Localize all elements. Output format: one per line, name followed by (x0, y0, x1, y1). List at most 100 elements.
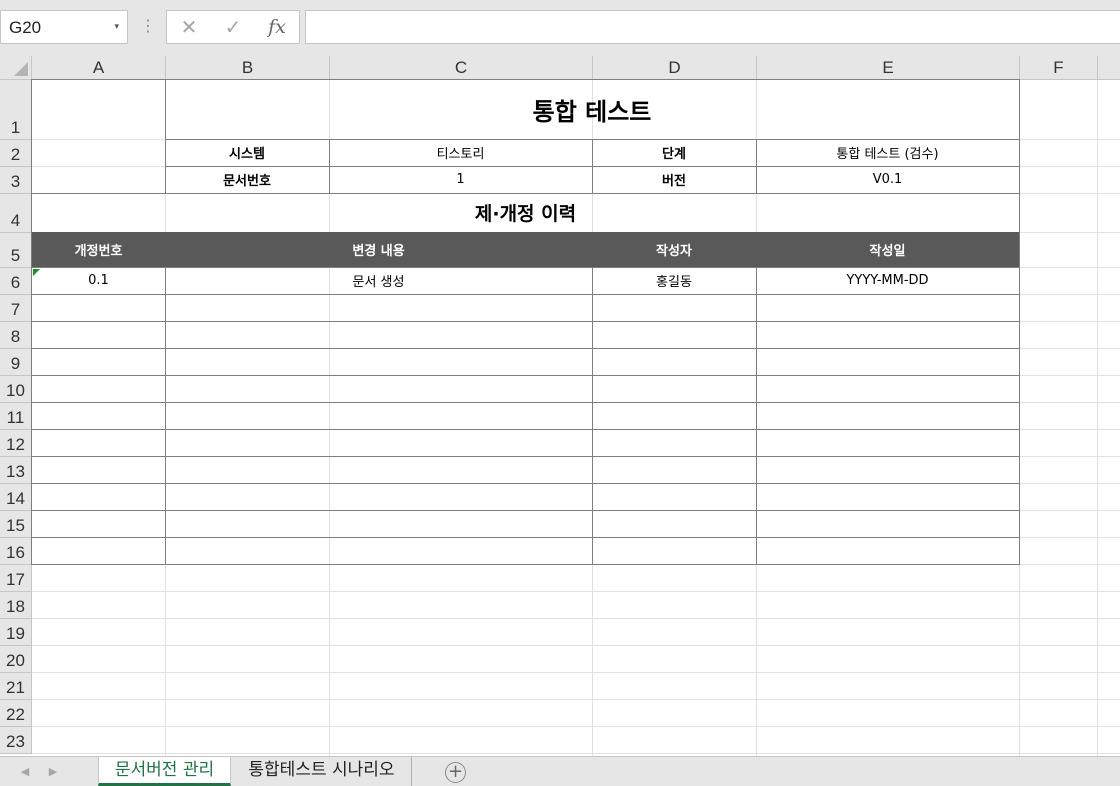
version-label[interactable]: 버전 (592, 166, 757, 194)
row-header-20[interactable]: 20 (0, 646, 32, 673)
name-box[interactable]: G20 ▾ (0, 10, 128, 44)
history-cell-author[interactable] (592, 402, 757, 430)
row-header-4[interactable]: 4 (0, 194, 32, 233)
vertical-dots-icon[interactable]: ⋮ (140, 14, 156, 40)
tab-integration-scenario[interactable]: 통합테스트 시나리오 (232, 757, 412, 786)
row-header-23[interactable]: 23 (0, 727, 32, 754)
row-header-10[interactable]: 10 (0, 376, 32, 403)
row-header-1[interactable]: 1 (0, 80, 32, 140)
history-cell-revision[interactable] (31, 321, 166, 349)
history-cell-author[interactable] (592, 429, 757, 457)
history-cell-author[interactable] (592, 456, 757, 484)
history-cell-author[interactable] (592, 294, 757, 322)
history-cell-revision[interactable] (31, 294, 166, 322)
history-cell-revision[interactable] (31, 402, 166, 430)
row-header-13[interactable]: 13 (0, 457, 32, 484)
column-header-e[interactable]: E (757, 56, 1020, 80)
row-header-11[interactable]: 11 (0, 403, 32, 430)
select-all-corner[interactable] (0, 56, 32, 80)
history-cell-date[interactable] (756, 402, 1020, 430)
history-cell-revision[interactable] (31, 510, 166, 538)
history-cell-author[interactable] (592, 510, 757, 538)
row-header-18[interactable]: 18 (0, 592, 32, 619)
column-header-c[interactable]: C (330, 56, 593, 80)
doc-no-label[interactable]: 문서번호 (165, 166, 330, 194)
history-cell-revision[interactable] (31, 429, 166, 457)
column-header-a[interactable]: A (32, 56, 166, 80)
tab-document-version[interactable]: 문서버전 관리 (98, 757, 231, 786)
history-cell-date[interactable]: YYYY-MM-DD (756, 267, 1020, 295)
history-cell-revision[interactable] (31, 348, 166, 376)
system-value[interactable]: 티스토리 (329, 139, 593, 167)
check-icon[interactable]: ✓ (213, 11, 253, 43)
row-header-15[interactable]: 15 (0, 511, 32, 538)
history-title[interactable]: 제·개정 이력 (31, 193, 1020, 233)
history-cell-change[interactable] (165, 429, 593, 457)
stage-label[interactable]: 단계 (592, 139, 757, 167)
comment-indicator-icon[interactable] (33, 269, 40, 276)
history-cell-author[interactable] (592, 483, 757, 511)
history-cell-date[interactable] (756, 510, 1020, 538)
history-cell-author[interactable] (592, 321, 757, 349)
history-cell-date[interactable] (756, 321, 1020, 349)
history-header-revision[interactable]: 개정번호 (31, 232, 166, 268)
spreadsheet-grid[interactable]: ABCDEF 1 2 3 4 5 6 7 8 9 10 11 12 13 14 15 16 17 18 19 20 21… (0, 56, 1120, 756)
history-cell-change[interactable] (165, 402, 593, 430)
add-sheet-icon[interactable]: + (445, 762, 466, 783)
cell-a1-merged[interactable] (31, 79, 166, 194)
row-header-14[interactable]: 14 (0, 484, 32, 511)
formula-input[interactable] (305, 10, 1120, 44)
scroll-right-icon[interactable]: ▶ (42, 762, 64, 782)
history-cell-revision[interactable] (31, 375, 166, 403)
row-header-17[interactable]: 17 (0, 565, 32, 592)
row-header-9[interactable]: 9 (0, 349, 32, 376)
insert-function-icon[interactable]: fx (257, 11, 297, 43)
history-cell-change[interactable] (165, 294, 593, 322)
row-header-16[interactable]: 16 (0, 538, 32, 565)
row-header-3[interactable]: 3 (0, 167, 32, 194)
history-cell-date[interactable] (756, 456, 1020, 484)
row-header-5[interactable]: 5 (0, 233, 32, 268)
history-header-date[interactable]: 작성일 (756, 232, 1020, 268)
doc-no-value[interactable]: 1 (329, 166, 593, 194)
history-cell-date[interactable] (756, 483, 1020, 511)
cancel-icon[interactable]: ✕ (169, 11, 209, 43)
history-cell-change[interactable] (165, 348, 593, 376)
history-cell-change[interactable] (165, 321, 593, 349)
history-cell-revision[interactable]: 0.1 (31, 267, 166, 295)
history-cell-revision[interactable] (31, 537, 166, 565)
row-header-22[interactable]: 22 (0, 700, 32, 727)
history-cell-author[interactable] (592, 348, 757, 376)
document-title[interactable]: 통합 테스트 (165, 79, 1020, 140)
row-header-19[interactable]: 19 (0, 619, 32, 646)
row-header-8[interactable]: 8 (0, 322, 32, 349)
column-header-f[interactable]: F (1020, 56, 1098, 80)
row-header-6[interactable]: 6 (0, 268, 32, 295)
history-cell-change[interactable] (165, 375, 593, 403)
version-value[interactable]: V0.1 (756, 166, 1020, 194)
column-header-b[interactable]: B (166, 56, 330, 80)
history-cell-date[interactable] (756, 375, 1020, 403)
history-cell-change[interactable] (165, 537, 593, 565)
row-header-7[interactable]: 7 (0, 295, 32, 322)
row-header-21[interactable]: 21 (0, 673, 32, 700)
history-cell-date[interactable] (756, 537, 1020, 565)
system-label[interactable]: 시스템 (165, 139, 330, 167)
history-cell-change[interactable] (165, 510, 593, 538)
column-header-d[interactable]: D (593, 56, 757, 80)
row-header-2[interactable]: 2 (0, 140, 32, 167)
chevron-down-icon[interactable]: ▾ (114, 18, 119, 36)
history-header-change[interactable]: 변경 내용 (165, 232, 593, 268)
history-cell-author[interactable] (592, 375, 757, 403)
history-cell-revision[interactable] (31, 456, 166, 484)
history-cell-author[interactable]: 홍길동 (592, 267, 757, 295)
history-cell-change[interactable]: 문서 생성 (165, 267, 593, 295)
history-cell-change[interactable] (165, 483, 593, 511)
history-cell-change[interactable] (165, 456, 593, 484)
history-header-author[interactable]: 작성자 (592, 232, 757, 268)
scroll-left-icon[interactable]: ◀ (14, 762, 36, 782)
row-header-12[interactable]: 12 (0, 430, 32, 457)
stage-value[interactable]: 통합 테스트 (검수) (756, 139, 1020, 167)
history-cell-author[interactable] (592, 537, 757, 565)
history-cell-date[interactable] (756, 294, 1020, 322)
